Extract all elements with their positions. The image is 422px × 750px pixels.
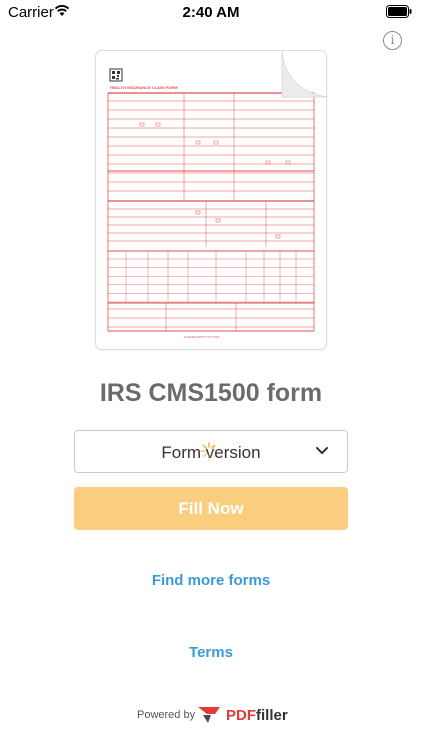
info-button[interactable]: i bbox=[383, 31, 402, 50]
page-fold-icon bbox=[281, 51, 326, 98]
loading-spinner-icon bbox=[200, 442, 218, 460]
logo-pdf-part: PDF bbox=[226, 707, 256, 724]
form-preview[interactable]: HEALTH INSURANCE CLAIM FORM PLEASE PRINT… bbox=[95, 50, 327, 350]
logo-filler-part: filler bbox=[256, 707, 288, 724]
status-bar: Carrier 2:40 AM bbox=[0, 0, 422, 24]
battery-icon bbox=[386, 5, 412, 18]
find-more-forms-link[interactable]: Find more forms bbox=[0, 572, 422, 589]
powered-by-label: Powered by bbox=[137, 709, 196, 721]
clock-time: 2:40 AM bbox=[182, 4, 240, 21]
powered-by-footer: Powered by PDFfiller bbox=[0, 705, 422, 725]
fill-now-button[interactable]: Fill Now bbox=[74, 487, 348, 530]
page-title: IRS CMS1500 form bbox=[99, 379, 323, 407]
chevron-down-icon bbox=[316, 447, 328, 454]
pdffiller-logo-icon bbox=[198, 707, 220, 723]
pdffiller-logo-text: PDFfiller bbox=[226, 707, 288, 724]
form-preview-paper: HEALTH INSURANCE CLAIM FORM PLEASE PRINT… bbox=[95, 50, 327, 350]
terms-link[interactable]: Terms bbox=[0, 644, 422, 661]
